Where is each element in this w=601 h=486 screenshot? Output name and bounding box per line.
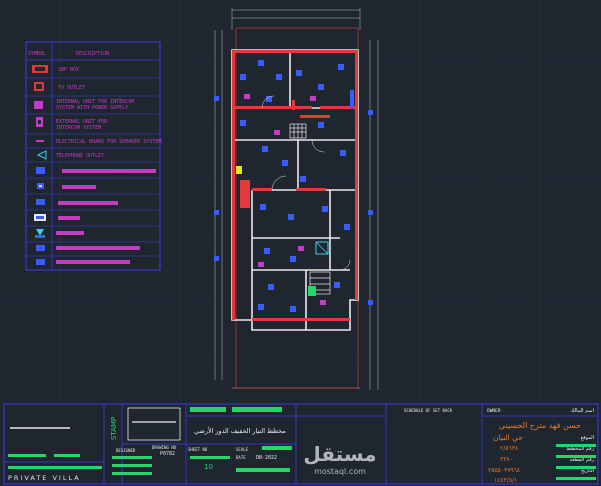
row-value-1: ٣٣٨٠ (500, 456, 513, 463)
row-value-2: ٢٥٥٥٠٣٧٩٦٤ (488, 467, 520, 474)
panel-icon (308, 286, 316, 296)
legend-bar (58, 216, 80, 220)
legend-bar (56, 246, 140, 250)
sheet-label: SHEET NO (188, 447, 208, 452)
legend-bar (62, 169, 156, 173)
plot-boundary (235, 27, 359, 389)
designed-label: DESIGNED (116, 448, 136, 453)
door-arcs (261, 95, 351, 271)
legend-item-label: SBP BOX (58, 67, 79, 73)
legend-symbol (36, 199, 45, 205)
intercom-internal-icon (34, 101, 43, 109)
panel-icon-2 (236, 166, 242, 174)
legend-symbol (36, 245, 45, 251)
legend-header-description: DESCRIPTION (76, 51, 109, 57)
project-name: PRIVATE VILLA (8, 474, 81, 482)
wall-fills (232, 50, 358, 321)
legend-item-label: TV OUTLET (58, 85, 85, 91)
legend-item-label: ELECTRICAL BOARD FOR SPEAKER SYSTEM (56, 139, 161, 145)
legend-bar (62, 185, 96, 189)
date-value: DB-2022 (256, 455, 277, 461)
legend-bar (56, 231, 84, 235)
legend-symbol (36, 229, 44, 236)
legend-item-label-2: SYSTEM WITH POWER SUPPLY (56, 105, 128, 111)
dimension-lines (214, 8, 379, 390)
legend-header-symbol: SYMBOL (28, 51, 46, 57)
drawing-no-label: DRAWING NO (152, 445, 177, 450)
legend-symbol (36, 259, 45, 265)
floor-plan[interactable] (214, 8, 379, 390)
legend-bar (56, 260, 130, 264)
owner-label: OWNER (487, 408, 501, 414)
stamp-label: STAMP (110, 417, 118, 440)
building-label: اسم المالك (570, 408, 594, 414)
legend-table: SYMBOL DESCRIPTION SBP BOX TV OUTLET INT… (25, 41, 161, 271)
watermark: مستقل (303, 442, 376, 466)
owner-name: حسن فهد مترح الحسيني (499, 421, 581, 430)
intercom-symbols (244, 94, 326, 305)
row-value-0: ٢/٥٦٣٨ (500, 445, 519, 452)
legend-item-label: TELEPHONE OUTLET (56, 153, 104, 159)
cad-canvas[interactable]: SYMBOL DESCRIPTION SBP BOX TV OUTLET INT… (0, 0, 601, 486)
watermark-sub: mostaql.com (314, 467, 366, 476)
drawing-no-value: P0782 (160, 451, 175, 457)
scale-label: SCALE (236, 447, 249, 452)
row-value-3: ١٤٤٣/٥/١ (494, 477, 517, 484)
drawing-title: مخطط التيار الخفيف الدور الأرضي (194, 426, 286, 435)
sheet-value: 10 (204, 463, 213, 471)
telephone-outlet-icon (36, 150, 47, 160)
title-block: PRIVATE VILLA STAMP DESIGNED DRAWING NO … (0, 402, 601, 486)
row-label-0: الموقع (581, 435, 594, 441)
schedule-label: SCHEDULE OF SET BACK (404, 408, 453, 413)
legend-bar (58, 201, 118, 205)
legend-item-label-2: INTERCOM SYSTEM (56, 125, 101, 131)
address: حي النيان (493, 433, 523, 442)
device-symbols (214, 60, 373, 312)
date-label: DATE (236, 455, 246, 460)
legend-symbol (36, 167, 45, 174)
